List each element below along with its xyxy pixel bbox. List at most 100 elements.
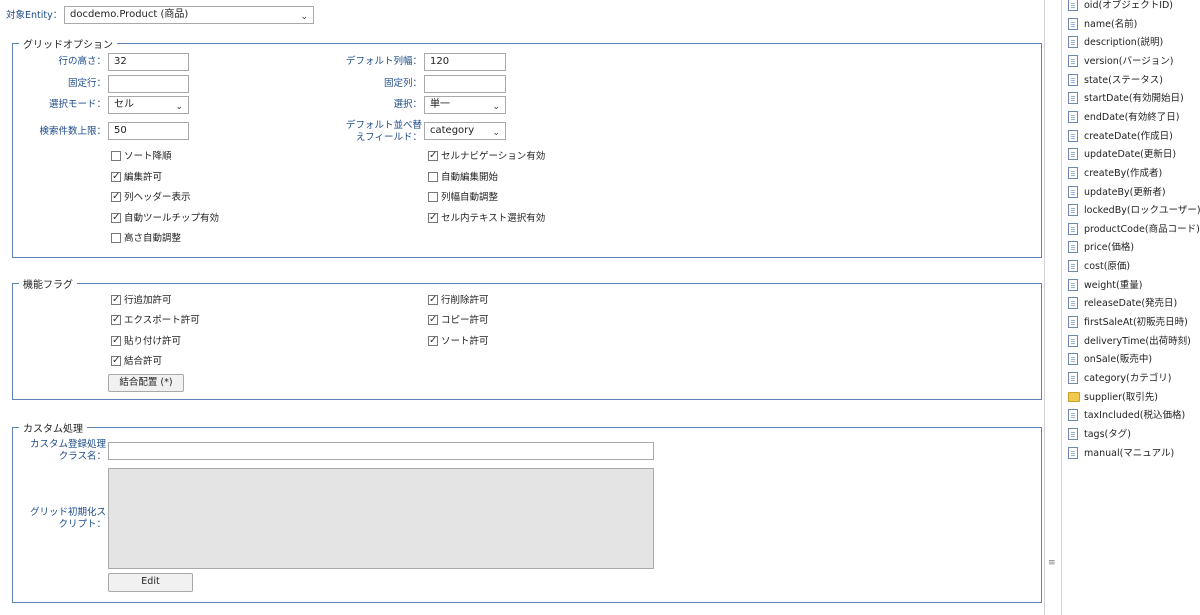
merge-layout-button[interactable]: 結合配置 (*)	[108, 374, 184, 392]
grid-option-checkbox[interactable]: ソート降順	[111, 150, 172, 164]
tree-item[interactable]: createBy(作成者)	[1068, 166, 1162, 182]
checkbox-icon[interactable]	[111, 354, 121, 368]
document-icon	[1068, 372, 1078, 384]
feature-flag-checkbox[interactable]: コピー許可	[428, 313, 489, 328]
tree-item[interactable]: name(名前)	[1068, 17, 1137, 33]
grid-option-checkbox[interactable]: 高さ自動調整	[111, 232, 181, 246]
checkbox-icon[interactable]	[111, 190, 121, 204]
entity-select[interactable]: docdemo.Product (商品) ⌄	[64, 6, 314, 24]
tree-item[interactable]: manual(マニュアル)	[1068, 446, 1174, 462]
checkbox-icon[interactable]	[111, 151, 121, 161]
tree-item[interactable]: firstSaleAt(初販売日時)	[1068, 315, 1188, 331]
feature-flag-checkbox[interactable]: ソート許可	[428, 334, 489, 349]
checkbox-label: 貼り付け許可	[124, 335, 182, 347]
tree-item-label: tags(タグ)	[1084, 428, 1131, 440]
grid-option-checkbox[interactable]: 編集許可	[111, 170, 162, 185]
tree-item[interactable]: state(ステータス)	[1068, 73, 1163, 89]
feature-flag-checkbox[interactable]: 行削除許可	[428, 293, 489, 308]
selection-mode-label: 選択モード：	[48, 99, 106, 110]
checkbox-icon[interactable]	[428, 313, 438, 327]
checkbox-icon[interactable]	[111, 334, 121, 348]
tree-item[interactable]: releaseDate(発売日)	[1068, 296, 1177, 312]
checkbox-icon[interactable]	[428, 171, 438, 182]
tree-item[interactable]: endDate(有効終了日)	[1068, 110, 1180, 126]
custom-class-input[interactable]	[108, 442, 654, 460]
checkbox-icon[interactable]	[428, 211, 438, 225]
tree-item-label: price(価格)	[1084, 242, 1135, 254]
grid-option-checkbox[interactable]: 列幅自動調整	[428, 191, 498, 205]
tree-item-label: oid(オブジェクトID)	[1084, 0, 1174, 11]
init-script-label-line1: グリッド初期化ス	[29, 507, 106, 518]
fixed-cols-label: 固定列：	[383, 78, 422, 89]
panel-splitter[interactable]: ≡	[1044, 0, 1062, 615]
tree-item[interactable]: onSale(販売中)	[1068, 352, 1152, 368]
grid-option-checkbox[interactable]: 自動編集開始	[428, 171, 498, 185]
init-script-textarea[interactable]	[108, 468, 654, 569]
tree-item[interactable]: supplier(取引先)	[1068, 390, 1158, 406]
document-icon	[1068, 409, 1078, 422]
tree-item-label: deliveryTime(出荷時刻)	[1084, 335, 1191, 347]
tree-item[interactable]: taxIncluded(税込価格)	[1068, 408, 1185, 424]
tree-item[interactable]: oid(オブジェクトID)	[1068, 0, 1173, 14]
fixed-rows-input[interactable]	[108, 75, 189, 93]
tree-item[interactable]: lockedBy(ロックユーザー)	[1068, 203, 1200, 219]
row-height-label: 行の高さ：	[58, 56, 106, 67]
checkbox-icon[interactable]	[428, 149, 438, 163]
feature-flag-checkbox[interactable]: 貼り付け許可	[111, 334, 182, 349]
grid-option-checkbox[interactable]: 列ヘッダー表示	[111, 190, 191, 205]
edit-button[interactable]: Edit	[108, 573, 193, 592]
checkbox-icon[interactable]	[111, 211, 121, 225]
document-icon	[1068, 73, 1078, 86]
default-sort-field-select[interactable]: category ⌄	[424, 122, 506, 140]
grid-option-checkbox[interactable]: セルナビゲーション有効	[428, 149, 545, 164]
tree-item[interactable]: description(説明)	[1068, 35, 1163, 51]
checkbox-icon[interactable]	[428, 192, 438, 202]
selection-label: 選択：	[393, 99, 422, 110]
tree-item[interactable]: deliveryTime(出荷時刻)	[1068, 334, 1191, 350]
init-script-label: グリッド初期化ス クリプト：	[16, 507, 106, 531]
selection-mode-select[interactable]: セル ⌄	[108, 96, 189, 114]
tree-item[interactable]: tags(タグ)	[1068, 427, 1131, 443]
checkbox-icon[interactable]	[111, 313, 121, 327]
feature-flag-checkbox[interactable]: エクスポート許可	[111, 313, 200, 328]
tree-item-label: version(バージョン)	[1084, 55, 1174, 67]
checkbox-label: 高さ自動調整	[124, 233, 182, 244]
grid-option-checkbox[interactable]: 自動ツールチップ有効	[111, 211, 219, 226]
tree-item[interactable]: createDate(作成日)	[1068, 129, 1173, 145]
tree-item[interactable]: startDate(有効開始日)	[1068, 91, 1184, 107]
selection-select[interactable]: 単一 ⌄	[424, 96, 506, 114]
checkbox-icon[interactable]	[428, 293, 438, 307]
checkbox-icon[interactable]	[111, 293, 121, 307]
property-tree: oid(オブジェクトID) name(名前) description(説明) vers…	[1062, 0, 1200, 615]
tree-item[interactable]: version(バージョン)	[1068, 54, 1174, 70]
tree-item[interactable]: updateBy(更新者)	[1068, 185, 1166, 201]
search-limit-input[interactable]: 50	[108, 122, 189, 140]
feature-flag-checkbox[interactable]: 行追加許可	[111, 293, 172, 308]
tree-item[interactable]: productCode(商品コード)	[1068, 222, 1200, 238]
checkbox-icon[interactable]	[111, 233, 121, 243]
checkbox-icon[interactable]	[428, 334, 438, 348]
entity-label: 対象Entity：	[6, 10, 63, 21]
fixed-rows-label: 固定行：	[67, 78, 106, 89]
checkbox-label: セル内テキスト選択有効	[441, 212, 546, 224]
tree-item[interactable]: updateDate(更新日)	[1068, 147, 1176, 163]
tree-item-label: cost(原価)	[1084, 261, 1131, 273]
default-sort-field-value: category	[430, 125, 475, 136]
feature-flag-checkbox[interactable]: 結合許可	[111, 354, 162, 369]
checkbox-label: 行追加許可	[124, 295, 172, 306]
fixed-cols-input[interactable]	[424, 75, 506, 93]
tree-item-label: name(名前)	[1084, 18, 1138, 30]
tree-item[interactable]: category(カテゴリ)	[1068, 371, 1171, 387]
chevron-down-icon: ⌄	[300, 12, 308, 22]
document-icon	[1068, 185, 1078, 198]
document-icon	[1068, 110, 1078, 123]
chevron-down-icon: ⌄	[492, 102, 500, 112]
tree-item[interactable]: price(価格)	[1068, 240, 1134, 256]
row-height-input[interactable]: 32	[108, 53, 189, 71]
tree-item[interactable]: weight(重量)	[1068, 278, 1142, 294]
checkbox-icon[interactable]	[111, 170, 121, 184]
document-icon	[1068, 222, 1078, 235]
tree-item[interactable]: cost(原価)	[1068, 259, 1130, 275]
grid-option-checkbox[interactable]: セル内テキスト選択有効	[428, 211, 546, 226]
default-col-width-input[interactable]: 120	[424, 53, 506, 71]
